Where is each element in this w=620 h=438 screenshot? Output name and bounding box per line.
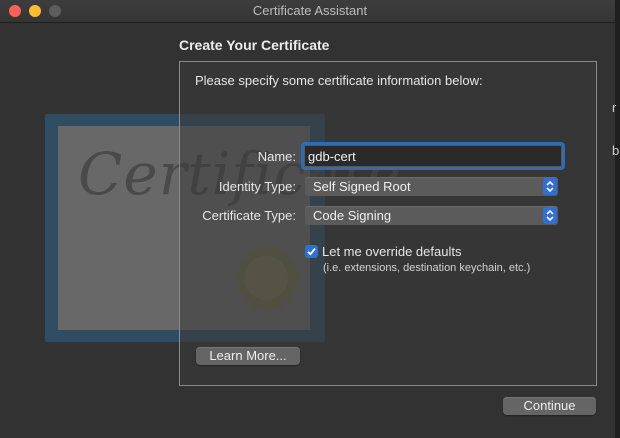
identity-type-value: Self Signed Root	[313, 179, 411, 194]
override-defaults-hint: (i.e. extensions, destination keychain, …	[323, 262, 531, 274]
title-bar[interactable]: Certificate Assistant	[0, 0, 620, 23]
override-defaults-label[interactable]: Let me override defaults	[322, 244, 461, 259]
edge-glyph-bottom: b	[612, 143, 620, 158]
window-edge	[615, 0, 620, 438]
name-label: Name:	[257, 149, 296, 164]
identity-type-select[interactable]: Self Signed Root	[305, 177, 558, 196]
override-defaults-checkbox[interactable]	[305, 245, 318, 258]
window-title: Certificate Assistant	[252, 3, 368, 18]
learn-more-button[interactable]: Learn More...	[196, 347, 300, 365]
checkmark-icon	[307, 248, 316, 256]
certificate-type-label: Certificate Type:	[202, 208, 296, 223]
edge-glyph-top: r	[612, 100, 617, 115]
certificate-type-select[interactable]: Code Signing	[305, 206, 558, 225]
certificate-type-value: Code Signing	[313, 208, 392, 223]
certificate-assistant-window: Certificate Assistant Certificate Create…	[0, 0, 620, 438]
intro-text: Please specify some certificate informat…	[195, 73, 483, 88]
select-stepper-icon	[543, 178, 557, 195]
identity-type-label: Identity Type:	[218, 179, 296, 194]
continue-button[interactable]: Continue	[503, 397, 596, 415]
select-stepper-icon	[543, 207, 557, 224]
name-field[interactable]	[301, 142, 565, 170]
page-title: Create Your Certificate	[179, 37, 330, 53]
